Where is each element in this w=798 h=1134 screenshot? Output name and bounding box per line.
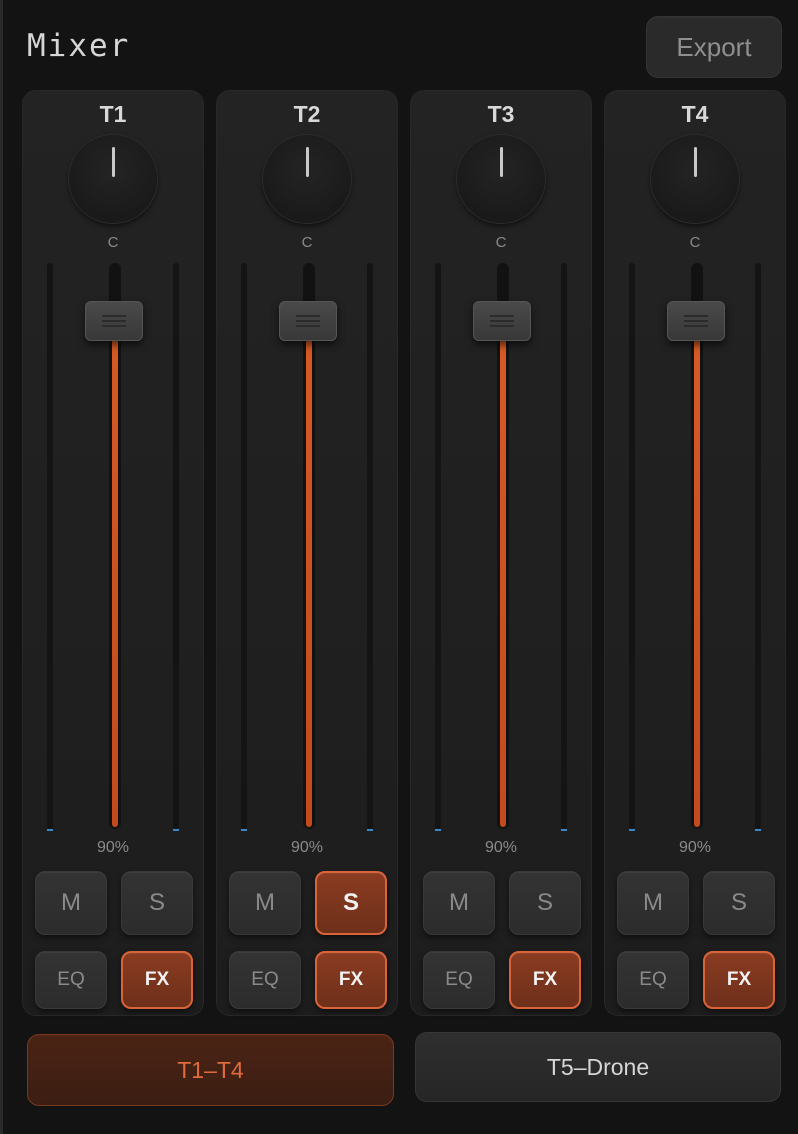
grip-line	[296, 315, 320, 317]
knob-indicator	[500, 147, 503, 177]
volume-value: 90%	[484, 839, 518, 856]
grip-line	[684, 320, 708, 322]
track-name: T2	[293, 101, 321, 127]
pan-knob[interactable]	[263, 135, 351, 223]
grip-line	[102, 325, 126, 327]
grip-line	[490, 315, 514, 317]
grip-line	[684, 315, 708, 317]
grip-line	[684, 325, 708, 327]
knob-indicator	[112, 147, 115, 177]
level-meter-right	[173, 263, 179, 831]
fx-button[interactable]: FX	[315, 951, 387, 1009]
grip-line	[102, 315, 126, 317]
channel-strip-t2: T2 C 90% M S EQ FX	[216, 90, 398, 1016]
track-name: T1	[99, 101, 127, 127]
volume-fader-handle[interactable]	[473, 301, 531, 341]
grip-line	[296, 325, 320, 327]
track-name: T3	[487, 101, 515, 127]
channel-strip-t3: T3 C 90% M S EQ FX	[410, 90, 592, 1016]
window-edge	[0, 0, 3, 1134]
solo-button[interactable]: S	[121, 871, 193, 935]
solo-button[interactable]: S	[509, 871, 581, 935]
meter-peak	[241, 829, 247, 831]
level-meter-left	[47, 263, 53, 831]
pan-value: C	[495, 234, 507, 251]
meter-peak	[47, 829, 53, 831]
meter-peak	[173, 829, 179, 831]
meter-peak	[367, 829, 373, 831]
solo-button[interactable]: S	[315, 871, 387, 935]
level-meter-left	[241, 263, 247, 831]
level-meter-left	[435, 263, 441, 831]
bank-tab-t1-t4[interactable]: T1–T4	[27, 1034, 394, 1106]
pan-value: C	[107, 234, 119, 251]
mute-button[interactable]: M	[35, 871, 107, 935]
grip-line	[490, 320, 514, 322]
bank-tab-t5-drone[interactable]: T5–Drone	[415, 1032, 781, 1102]
volume-value: 90%	[96, 839, 130, 856]
level-meter-right	[755, 263, 761, 831]
volume-fill	[500, 321, 506, 827]
volume-fader-handle[interactable]	[279, 301, 337, 341]
volume-fader-track[interactable]	[691, 263, 703, 829]
knob-indicator	[694, 147, 697, 177]
pan-value: C	[689, 234, 701, 251]
volume-fader-track[interactable]	[303, 263, 315, 829]
volume-value: 90%	[678, 839, 712, 856]
level-meter-right	[561, 263, 567, 831]
meter-peak	[629, 829, 635, 831]
mute-button[interactable]: M	[617, 871, 689, 935]
pan-knob[interactable]	[69, 135, 157, 223]
level-meter-left	[629, 263, 635, 831]
track-name: T4	[681, 101, 709, 127]
fx-button[interactable]: FX	[121, 951, 193, 1009]
volume-fader-handle[interactable]	[667, 301, 725, 341]
knob-indicator	[306, 147, 309, 177]
grip-line	[296, 320, 320, 322]
eq-button[interactable]: EQ	[617, 951, 689, 1009]
meter-peak	[435, 829, 441, 831]
eq-button[interactable]: EQ	[229, 951, 301, 1009]
eq-button[interactable]: EQ	[423, 951, 495, 1009]
volume-fader-handle[interactable]	[85, 301, 143, 341]
channel-strip-t1: T1 C 90% M S EQ FX	[22, 90, 204, 1016]
pan-knob[interactable]	[651, 135, 739, 223]
meter-peak	[561, 829, 567, 831]
meter-peak	[755, 829, 761, 831]
mute-button[interactable]: M	[423, 871, 495, 935]
pan-value: C	[301, 234, 313, 251]
level-meter-right	[367, 263, 373, 831]
grip-line	[102, 320, 126, 322]
volume-fader-track[interactable]	[497, 263, 509, 829]
export-button[interactable]: Export	[646, 16, 782, 78]
pan-knob[interactable]	[457, 135, 545, 223]
channel-strip-t4: T4 C 90% M S EQ FX	[604, 90, 786, 1016]
grip-line	[490, 325, 514, 327]
page-title: Mixer	[27, 28, 131, 64]
fx-button[interactable]: FX	[509, 951, 581, 1009]
solo-button[interactable]: S	[703, 871, 775, 935]
eq-button[interactable]: EQ	[35, 951, 107, 1009]
volume-fill	[112, 321, 118, 827]
volume-value: 90%	[290, 839, 324, 856]
volume-fill	[694, 321, 700, 827]
fx-button[interactable]: FX	[703, 951, 775, 1009]
volume-fill	[306, 321, 312, 827]
volume-fader-track[interactable]	[109, 263, 121, 829]
mute-button[interactable]: M	[229, 871, 301, 935]
